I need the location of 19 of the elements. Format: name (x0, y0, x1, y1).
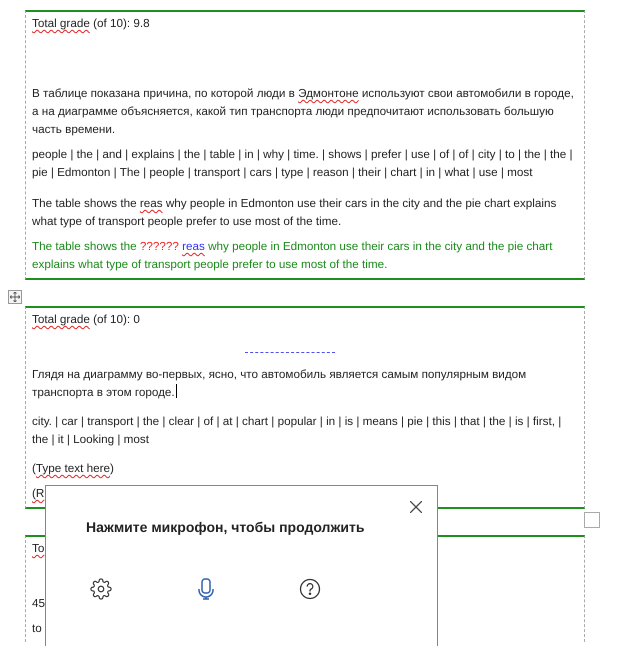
cell-text: В таблице показана причина, по которой люди в Эдмонтоне используют свои автомобили в городе, а на диаграмме объясняется, какой тип транспорта люди предпочитают использовать большую часть времени. (32, 86, 575, 138)
close-button[interactable] (408, 499, 424, 515)
cell-text: Глядя на диаграмму во-первых, ясно, что автомобиль является самым популярным видом транспорта в этом городе. (32, 367, 528, 401)
grade-text: To (32, 541, 44, 557)
move-handle-icon[interactable] (8, 290, 22, 304)
cell-text: (R (32, 486, 44, 502)
cell-text: The table shows the reas why people in Edmonton use their cars in the city and the pie chart explains what type of transport people prefer to use most of the time. (32, 196, 558, 230)
settings-icon[interactable] (89, 577, 113, 601)
resize-handle[interactable] (584, 512, 600, 528)
cell-text: city. | car | transport | the | clear | of | at | chart | popular | in | is | means | pie | this | that | the | is | first, | the | it | Looking | most (32, 414, 562, 448)
dialog-title: Нажмите микрофон, чтобы продолжить (86, 519, 364, 535)
cell-text: (Type text here) (32, 461, 114, 477)
cell-text: 45 (32, 596, 46, 612)
grade-text: Total grade (of 10): 9.8 (32, 16, 150, 32)
help-icon[interactable] (298, 577, 322, 601)
corrected-sentence: The table shows the ?????? reas why people in Edmonton use their cars in the city and the pie chart explains what type of transport people prefer to use most of the time. (32, 239, 554, 273)
cell-text: people | the | and | explains | the | table | in | why | time. | shows | prefer | use | of | of | city | to | the | the | pie | Edmonton | The | people | transport | cars | type | reason | their | chart | in | what | use | most (32, 147, 574, 181)
cell-text: to (32, 621, 42, 637)
grade-text: Total grade (of 10): 0 (32, 312, 140, 328)
